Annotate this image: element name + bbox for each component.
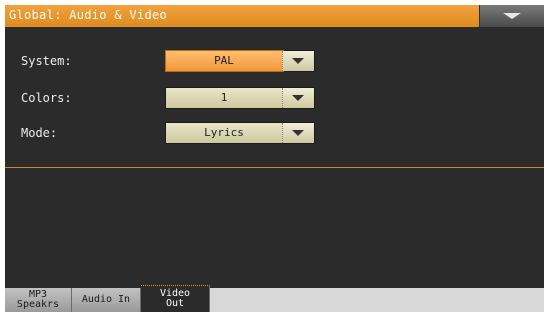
tab-video-out[interactable]: Video Out (141, 285, 210, 312)
colors-row: Colors: 1 (5, 87, 544, 111)
colors-value[interactable]: 1 (166, 88, 283, 108)
tab-bar: MP3 Speakrs Audio In Video Out (5, 285, 544, 312)
dropdown-arrow-icon (292, 130, 304, 136)
colors-select[interactable]: 1 (165, 87, 315, 109)
system-value[interactable]: PAL (165, 50, 284, 72)
chevron-down-icon (503, 13, 521, 19)
dropdown-arrow-icon (292, 58, 304, 64)
page-title: Global: Audio & Video (9, 8, 168, 22)
tab-audio-in[interactable]: Audio In (72, 288, 141, 312)
system-label: System: (21, 54, 72, 68)
mode-label: Mode: (21, 126, 58, 140)
dropdown-arrow-icon (292, 95, 304, 101)
section-divider (5, 167, 544, 168)
system-dropdown-button[interactable] (282, 51, 314, 71)
tab-mp3-speakers[interactable]: MP3 Speakrs (5, 288, 72, 312)
system-row: System: PAL (5, 50, 544, 74)
colors-label: Colors: (21, 91, 72, 105)
title-bar: Global: Audio & Video (5, 5, 544, 27)
mode-value[interactable]: Lyrics (166, 123, 283, 143)
mode-dropdown-button[interactable] (282, 123, 314, 143)
colors-dropdown-button[interactable] (282, 88, 314, 108)
mode-row: Mode: Lyrics (5, 122, 544, 146)
system-select[interactable]: PAL (165, 50, 315, 72)
page-menu-button[interactable] (479, 5, 544, 27)
audio-video-page: Global: Audio & Video System: PAL Colors… (5, 5, 544, 312)
mode-select[interactable]: Lyrics (165, 122, 315, 144)
